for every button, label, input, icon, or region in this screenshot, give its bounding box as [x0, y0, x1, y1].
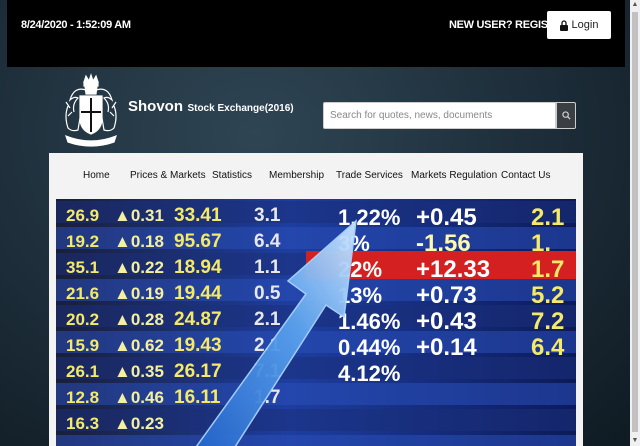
ticker-row — [56, 435, 576, 446]
ticker-value: 1.22% — [338, 205, 400, 230]
ticker-value: 2.1 — [254, 309, 281, 330]
ticker-value: 26.9 — [66, 206, 99, 225]
ticker-value: +0.14 — [416, 334, 477, 361]
main-nav: Home Prices & Markets Statistics Members… — [49, 153, 583, 199]
ticker-value: 6.4 — [531, 334, 565, 361]
search-icon — [561, 111, 571, 120]
ticker-value: 7.2 — [531, 308, 564, 335]
ticker-value: ▲0.35 — [114, 362, 164, 381]
scroll-up-icon[interactable]: ▲ — [630, 0, 640, 10]
current-datetime: 8/24/2020 - 1:52:09 AM — [21, 19, 131, 31]
login-label: Login — [571, 19, 599, 31]
ticker-value: 5.2 — [531, 282, 564, 309]
brand-name: Shovon — [128, 98, 183, 115]
ticker-value: ▲0.28 — [114, 310, 164, 329]
ticker-value: ▲0.22 — [114, 258, 164, 277]
ticker-value: +0.73 — [416, 282, 477, 309]
ticker-value: ▲0.46 — [114, 388, 164, 407]
top-bar: 8/24/2020 - 1:52:09 AM NEW USER? REGISTE… — [7, 0, 625, 67]
ticker-value: 33.41 — [174, 205, 222, 226]
ticker-value: 18.94 — [174, 257, 222, 278]
ticker-value: 1.46% — [338, 309, 400, 334]
ticker-value: 16.3 — [66, 414, 99, 433]
ticker-value: 15.9 — [66, 336, 99, 355]
login-button[interactable]: Login — [547, 11, 611, 39]
ticker-value: 19.44 — [174, 283, 222, 304]
search-input[interactable] — [323, 102, 556, 129]
ticker-value: ▲0.23 — [114, 414, 164, 433]
ticker-value: 26.1 — [66, 362, 99, 381]
brand[interactable]: Shovon Stock Exchange(2016) — [128, 98, 294, 116]
nav-prices-markets[interactable]: Prices & Markets — [130, 170, 206, 181]
ticker-value: ▲0.19 — [114, 284, 164, 303]
ticker-value: 1.7 — [531, 256, 564, 283]
ticker-value: 21.6 — [66, 284, 99, 303]
nav-contact-us[interactable]: Contact Us — [501, 170, 550, 181]
coat-of-arms-logo[interactable] — [60, 72, 122, 148]
ticker-value: 16.11 — [174, 387, 221, 408]
ticker-value: 19.43 — [174, 335, 222, 356]
ticker-value: 6.4 — [254, 231, 281, 252]
search-bar — [323, 102, 576, 129]
ticker-value: 0.5 — [254, 283, 281, 304]
ticker-value: 2.1 — [531, 204, 564, 231]
ticker-value: +0.43 — [416, 308, 477, 335]
nav-markets-regulation[interactable]: Markets Regulation — [411, 170, 497, 181]
ticker-value: +0.45 — [416, 204, 477, 231]
brand-subtitle: Stock Exchange(2016) — [187, 103, 294, 114]
ticker-value: -1.56 — [416, 230, 471, 257]
page-scrollbar[interactable]: ▲ ▼ — [630, 0, 640, 446]
ticker-value: ▲0.31 — [114, 206, 164, 225]
ticker-value: +12.33 — [416, 256, 490, 283]
search-button[interactable] — [556, 102, 576, 129]
ticker-value: 26.17 — [174, 361, 222, 382]
nav-membership[interactable]: Membership — [269, 170, 324, 181]
ticker-value: 19.2 — [66, 232, 99, 251]
nav-home[interactable]: Home — [83, 170, 110, 181]
ticker-value: 1.1 — [254, 257, 281, 278]
lock-icon — [559, 19, 568, 31]
ticker-value: 95.67 — [174, 231, 222, 252]
ticker-value: 3.1 — [254, 205, 281, 226]
ticker-value: 35.1 — [66, 258, 99, 277]
nav-trade-services[interactable]: Trade Services — [336, 170, 403, 181]
main-content: Home Prices & Markets Statistics Members… — [49, 153, 583, 446]
nav-statistics[interactable]: Statistics — [212, 170, 252, 181]
ticker-value: 24.87 — [174, 309, 222, 330]
ticker-value: 20.2 — [66, 310, 99, 329]
ticker-value: 1. — [531, 230, 551, 257]
scroll-down-icon[interactable]: ▼ — [630, 436, 640, 446]
ticker-value: ▲0.62 — [114, 336, 164, 355]
ticker-value: 12.8 — [66, 388, 99, 407]
hero-banner-image: 26.9 19.2 35.1 21.6 20.2 15.9 26.1 12.8 16.3 ▲0.3… — [56, 199, 576, 446]
ticker-value: ▲0.18 — [114, 232, 164, 251]
scrollbar-thumb[interactable] — [632, 12, 638, 432]
ticker-value: 4.12% — [338, 361, 400, 386]
ticker-value: 0.44% — [338, 335, 400, 360]
